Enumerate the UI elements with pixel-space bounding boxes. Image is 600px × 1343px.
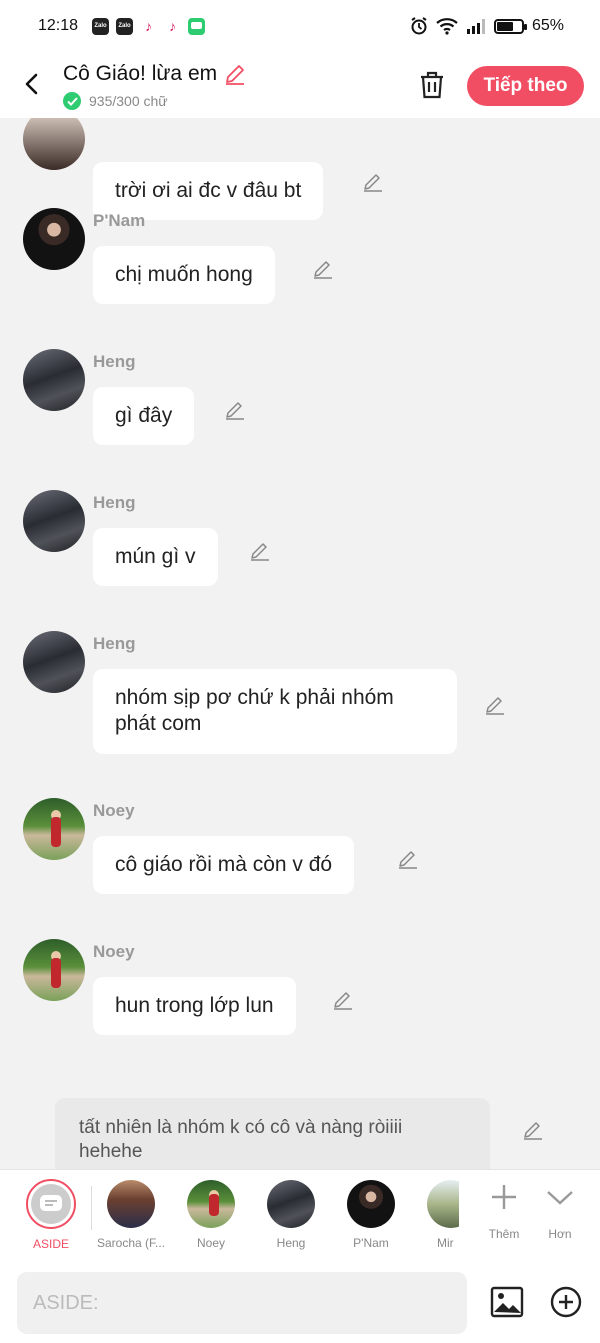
avatar[interactable] xyxy=(23,939,85,1001)
message-bubble[interactable]: nhóm sịp pơ chứ k phải nhóm phát com xyxy=(93,669,457,754)
composer xyxy=(0,1262,600,1343)
add-circle-icon[interactable] xyxy=(550,1286,582,1318)
avatar[interactable] xyxy=(23,798,85,860)
next-button[interactable]: Tiếp theo xyxy=(467,66,584,106)
edit-message-icon[interactable] xyxy=(332,988,354,1010)
word-count-row: 935/300 chữ xyxy=(63,92,168,110)
avatar xyxy=(427,1180,459,1228)
sender-name: Heng xyxy=(93,493,136,512)
avatar xyxy=(267,1180,315,1228)
character-label: Noey xyxy=(196,1236,225,1250)
character-heng[interactable]: Heng xyxy=(251,1180,331,1250)
aside-label: ASIDE xyxy=(32,1237,69,1251)
alarm-icon xyxy=(411,17,427,35)
message-input[interactable] xyxy=(17,1272,467,1334)
status-time: 12:18 xyxy=(38,17,79,34)
chat-header: Cô Giáo! lừa em 935/300 chữ Tiếp theo xyxy=(0,52,600,118)
character-min[interactable]: Mir xyxy=(411,1180,459,1250)
message-bubble[interactable]: hun trong lớp lun xyxy=(93,977,296,1036)
character-label: Heng xyxy=(276,1236,306,1250)
edit-message-icon[interactable] xyxy=(224,398,246,420)
add-label: Thêm xyxy=(488,1227,520,1241)
edit-message-icon[interactable] xyxy=(362,170,384,192)
character-label: P'Nam xyxy=(353,1236,389,1250)
status-bar: 12:18 Zalo Zalo ♪ ♪ 65% xyxy=(0,0,600,52)
avatar[interactable] xyxy=(23,490,85,552)
aside-character-button[interactable] xyxy=(26,1179,76,1229)
edit-message-icon[interactable] xyxy=(397,847,419,869)
message-bubble[interactable]: chị muốn hong xyxy=(93,246,275,305)
character-noey[interactable]: Noey xyxy=(171,1180,251,1250)
message-bubble[interactable]: mún gì v xyxy=(93,528,218,587)
story-title: Cô Giáo! lừa em xyxy=(63,62,218,85)
character-pnam[interactable]: P'Nam xyxy=(331,1180,411,1250)
back-arrow-icon[interactable] xyxy=(20,72,44,96)
battery-percent: 65% xyxy=(531,17,564,34)
sender-name: Heng xyxy=(93,352,136,371)
avatar xyxy=(107,1180,155,1228)
word-count: 935/300 chữ xyxy=(89,93,168,109)
image-icon[interactable] xyxy=(490,1286,524,1318)
sender-name: P'Nam xyxy=(93,211,146,230)
add-character-button[interactable]: Thêm xyxy=(479,1182,529,1241)
wifi-icon xyxy=(436,17,458,35)
more-characters-button[interactable]: Hơn xyxy=(535,1182,585,1241)
zalo-icon: Zalo xyxy=(92,17,110,35)
message-list[interactable]: trời ơi ai đc v đâu bt P'Nam chị muốn ho… xyxy=(0,118,600,1169)
more-label: Hơn xyxy=(548,1227,572,1241)
zalo-icon: Zalo xyxy=(116,17,134,35)
message-bubble[interactable]: cô giáo rồi mà còn v đó xyxy=(93,836,355,895)
messages-icon xyxy=(188,17,206,35)
character-label: Sarocha (F... xyxy=(96,1236,166,1250)
character-selector: ASIDE Sarocha (F... Noey Heng P'Nam Mir … xyxy=(0,1169,600,1262)
signal-icon xyxy=(466,19,485,34)
avatar[interactable] xyxy=(23,118,85,170)
character-label: Mir xyxy=(437,1236,454,1250)
chevron-down-icon xyxy=(547,1191,573,1205)
plus-icon xyxy=(492,1185,516,1209)
sender-name: Noey xyxy=(93,942,135,961)
story-title-row[interactable]: Cô Giáo! lừa em xyxy=(63,62,247,86)
message-bubble[interactable]: gì đây xyxy=(93,387,195,446)
trash-icon[interactable] xyxy=(418,70,446,100)
avatar[interactable] xyxy=(23,208,85,270)
sender-name: Noey xyxy=(93,801,135,820)
avatar xyxy=(187,1180,235,1228)
edit-message-icon[interactable] xyxy=(484,693,506,715)
aside-message[interactable]: tất nhiên là nhóm k có cô và nàng ròiiii… xyxy=(55,1098,490,1169)
check-icon xyxy=(63,92,81,110)
edit-title-icon[interactable] xyxy=(223,62,247,86)
tiktok-icon: ♪ xyxy=(140,17,158,35)
character-sarocha[interactable]: Sarocha (F... xyxy=(91,1180,171,1250)
aside-icon xyxy=(40,1195,62,1211)
edit-message-icon[interactable] xyxy=(249,539,271,561)
avatar xyxy=(347,1180,395,1228)
edit-aside-icon[interactable] xyxy=(522,1118,544,1140)
avatar[interactable] xyxy=(23,631,85,693)
edit-message-icon[interactable] xyxy=(312,257,334,279)
avatar[interactable] xyxy=(23,349,85,411)
tiktok-icon: ♪ xyxy=(164,17,182,35)
sender-name: Heng xyxy=(93,634,136,653)
battery-icon xyxy=(493,18,527,34)
